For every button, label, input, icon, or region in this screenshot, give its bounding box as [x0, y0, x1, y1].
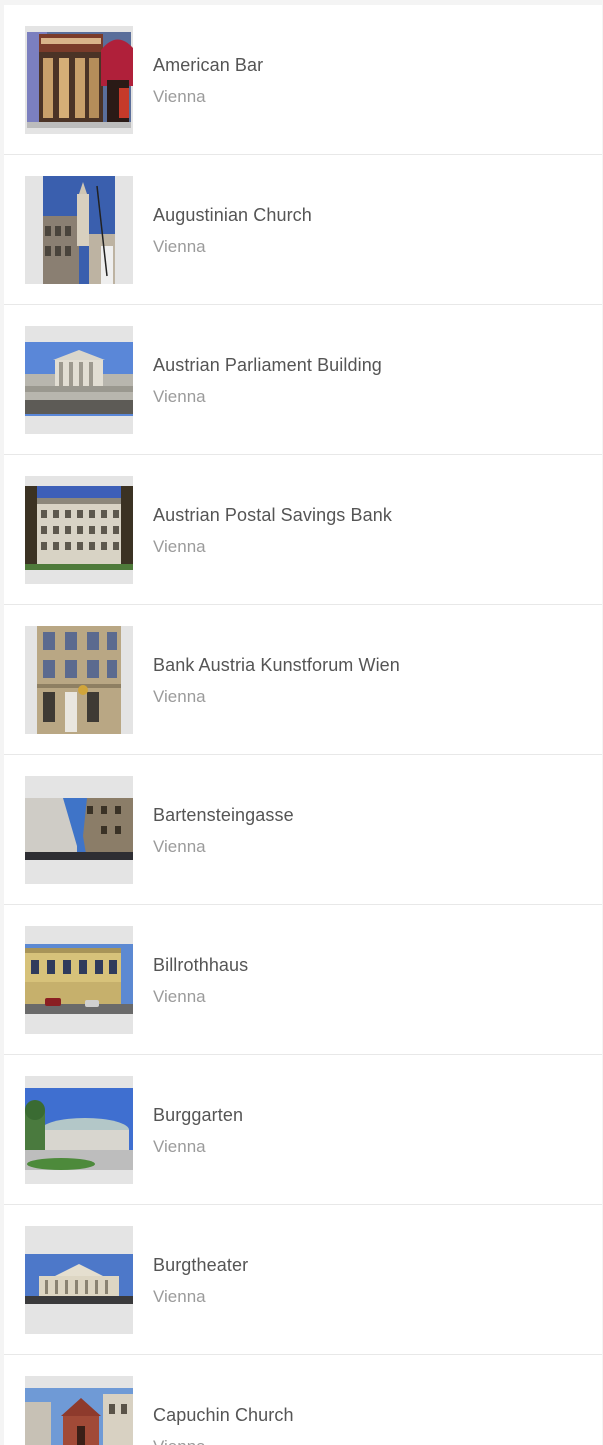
place-city: Vienna: [153, 537, 206, 556]
kunstforum-photo: [25, 626, 133, 734]
place-name: Billrothhaus: [153, 955, 249, 975]
list-item-billrothhaus[interactable]: Billrothhaus Vienna: [4, 905, 602, 1055]
parliament-photo: [25, 326, 133, 434]
american-bar-photo: [25, 26, 133, 134]
list-item-burgtheater[interactable]: Burgtheater Vienna: [4, 1205, 602, 1355]
places-list: American Bar Vienna Augustinian Church V…: [4, 5, 602, 1445]
list-item-austrian-postal-savings-bank[interactable]: Austrian Postal Savings Bank Vienna: [4, 455, 602, 605]
place-name: Augustinian Church: [153, 205, 312, 225]
place-name: Burggarten: [153, 1105, 244, 1125]
place-name: Bartensteingasse: [153, 805, 294, 825]
list-item-bartensteingasse[interactable]: Bartensteingasse Vienna: [4, 755, 602, 905]
place-name: American Bar: [153, 55, 264, 75]
burggarten-photo: [25, 1076, 133, 1184]
place-city: Vienna: [153, 237, 206, 256]
billrothhaus-photo: [25, 926, 133, 1034]
place-city: Vienna: [153, 1287, 206, 1306]
list-item-burggarten[interactable]: Burggarten Vienna: [4, 1055, 602, 1205]
burgtheater-photo: [25, 1226, 133, 1334]
place-city: Vienna: [153, 387, 206, 406]
place-name: Burgtheater: [153, 1255, 249, 1275]
list-item-american-bar[interactable]: American Bar Vienna: [4, 5, 602, 155]
bartensteingasse-photo: [25, 776, 133, 884]
capuchin-church-photo: [25, 1376, 133, 1445]
place-name: Austrian Postal Savings Bank: [153, 505, 392, 525]
place-city: Vienna: [153, 837, 206, 856]
place-city: Vienna: [153, 87, 206, 106]
augustinian-church-photo: [25, 176, 133, 284]
list-item-austrian-parliament-building[interactable]: Austrian Parliament Building Vienna: [4, 305, 602, 455]
place-city: Vienna: [153, 687, 206, 706]
place-name: Capuchin Church: [153, 1405, 294, 1425]
place-city: Vienna: [153, 1137, 206, 1156]
place-city: Vienna: [153, 1437, 206, 1445]
place-name: Bank Austria Kunstforum Wien: [153, 655, 400, 675]
list-item-augustinian-church[interactable]: Augustinian Church Vienna: [4, 155, 602, 305]
place-name: Austrian Parliament Building: [153, 355, 382, 375]
postal-savings-bank-photo: [25, 476, 133, 584]
list-item-capuchin-church[interactable]: Capuchin Church Vienna: [4, 1355, 602, 1445]
place-city: Vienna: [153, 987, 206, 1006]
list-item-bank-austria-kunstforum-wien[interactable]: Bank Austria Kunstforum Wien Vienna: [4, 605, 602, 755]
